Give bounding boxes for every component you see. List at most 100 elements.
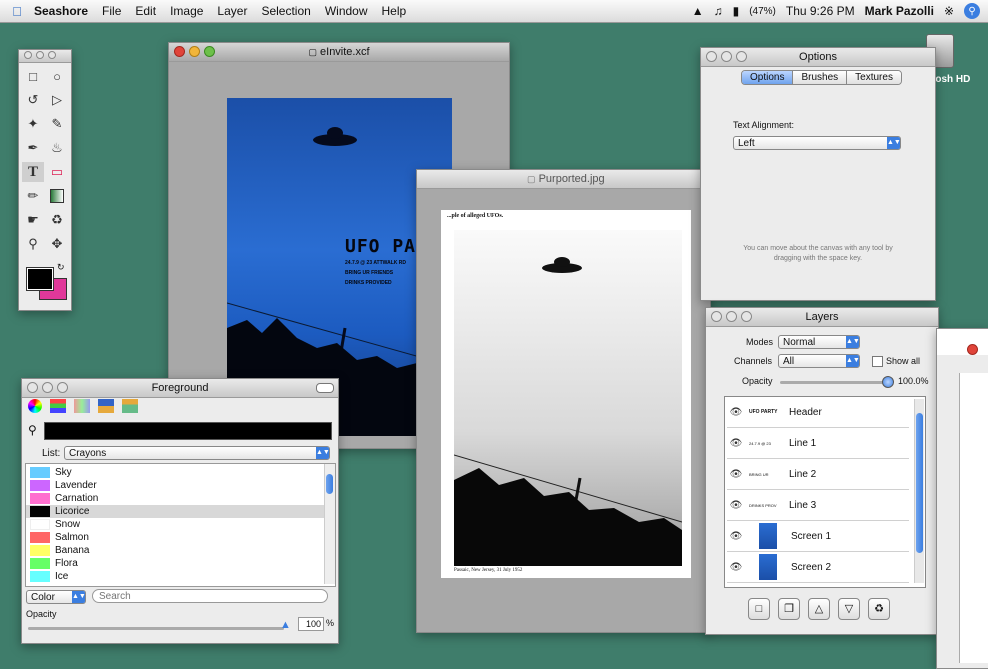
pencil-icon[interactable]: ✎ <box>46 114 68 134</box>
swap-colors-icon[interactable]: ↻ <box>57 262 65 273</box>
wand-icon[interactable]: ✦ <box>22 114 44 134</box>
layer-row-line-1[interactable]: 👁 24.7.9 @ 23 Line 1 <box>727 428 909 459</box>
hard-drive-label[interactable]: tosh HD <box>932 74 970 85</box>
eye-icon[interactable]: 👁 <box>727 469 745 480</box>
text-tool-icon[interactable]: T <box>22 162 44 182</box>
color-palettes-icon[interactable] <box>74 399 90 413</box>
brush-icon[interactable]: ✒ <box>22 138 44 158</box>
eraser-icon[interactable]: ▭ <box>46 162 68 182</box>
eye-icon[interactable]: 👁 <box>727 500 745 511</box>
foreground-opacity-value[interactable]: 100 <box>298 617 324 631</box>
trash-icon[interactable]: ♻ <box>868 598 890 620</box>
minimize-icon[interactable] <box>189 46 200 57</box>
layers-scrollbar-thumb[interactable] <box>916 413 923 553</box>
foreground-opacity-slider[interactable] <box>28 627 284 630</box>
eye-icon[interactable]: 👁 <box>727 438 745 449</box>
purported-page[interactable]: ...ple of alleged UFOs. Passaic, New Jer… <box>441 210 691 578</box>
crayon-salmon[interactable]: Salmon <box>30 531 89 544</box>
spotlight-icon[interactable]: ⚲ <box>964 3 980 19</box>
crayon-flora[interactable]: Flora <box>30 557 78 570</box>
minimize-icon[interactable] <box>42 382 53 393</box>
zoom-icon[interactable] <box>48 51 56 59</box>
menu-clock[interactable]: Thu 9:26 PM <box>786 4 855 18</box>
menu-window[interactable]: Window <box>325 4 368 18</box>
crayon-search-input[interactable] <box>92 589 328 603</box>
image-palettes-icon[interactable] <box>98 399 114 413</box>
wifi-icon[interactable]: ▲ <box>692 4 704 18</box>
polygon-lasso-icon[interactable]: ▷ <box>46 90 68 110</box>
raise-layer-icon[interactable]: △ <box>808 598 830 620</box>
layers-scrollbar[interactable] <box>914 399 924 583</box>
menu-layer[interactable]: Layer <box>217 4 247 18</box>
new-layer-icon[interactable]: □ <box>748 598 770 620</box>
layer-row-line-2[interactable]: 👁 BRING UR Line 2 <box>727 459 909 490</box>
crayon-ice[interactable]: Ice <box>30 570 68 583</box>
foreground-color-swatch[interactable] <box>26 267 54 291</box>
ellipse-select-icon[interactable]: ○ <box>46 66 68 86</box>
lower-layer-icon[interactable]: ▽ <box>838 598 860 620</box>
zoom-icon[interactable] <box>204 46 215 57</box>
move-tool-icon[interactable]: ✥ <box>46 234 68 254</box>
battery-percent[interactable]: (47%) <box>749 6 776 17</box>
foreground-opacity-knob[interactable]: ▲ <box>280 619 291 631</box>
minimize-icon[interactable] <box>721 51 732 62</box>
close-icon[interactable] <box>711 311 722 322</box>
zoom-tool-icon[interactable]: ⚲ <box>22 234 44 254</box>
menu-image[interactable]: Image <box>170 4 203 18</box>
eyedropper-icon[interactable]: ✏ <box>22 186 44 206</box>
crayon-sky[interactable]: Sky <box>30 466 72 479</box>
layer-opacity-knob[interactable] <box>882 376 894 388</box>
layer-row-header[interactable]: 👁 UFO PARTY Header <box>727 397 909 428</box>
toolbar-toggle-icon[interactable] <box>316 383 334 393</box>
menu-selection[interactable]: Selection <box>261 4 310 18</box>
close-icon[interactable] <box>174 46 185 57</box>
menu-file[interactable]: File <box>102 4 121 18</box>
eye-icon[interactable]: 👁 <box>727 407 745 418</box>
lasso-icon[interactable]: ↺ <box>22 90 44 110</box>
stamp-icon[interactable]: ♻ <box>46 210 68 230</box>
layer-row-screen-2[interactable]: 👁 Screen 2 <box>727 552 909 583</box>
tab-options[interactable]: Options <box>742 71 794 84</box>
color-sliders-icon[interactable] <box>50 399 66 413</box>
layer-row-line-3[interactable]: 👁 DRINKS PROV Line 3 <box>727 490 909 521</box>
bucket-icon[interactable]: ♨ <box>46 138 68 158</box>
zoom-icon[interactable] <box>57 382 68 393</box>
minimize-icon[interactable] <box>36 51 44 59</box>
layer-opacity-slider[interactable] <box>780 381 890 384</box>
close-icon[interactable] <box>706 51 717 62</box>
crayon-banana[interactable]: Banana <box>30 544 89 557</box>
layer-row-screen-1[interactable]: 👁 Screen 1 <box>727 521 909 552</box>
menu-user[interactable]: Mark Pazolli <box>865 4 934 18</box>
gradient-icon[interactable] <box>46 186 68 206</box>
color-list-select[interactable]: Crayons ▲▼ <box>64 446 330 460</box>
close-icon[interactable] <box>27 382 38 393</box>
battery-icon[interactable]: ▮ <box>733 4 740 18</box>
color-wheel-icon[interactable] <box>28 399 42 413</box>
menu-help[interactable]: Help <box>382 4 407 18</box>
tab-brushes[interactable]: Brushes <box>793 71 848 84</box>
channels-select[interactable]: All ▲▼ <box>778 354 860 368</box>
rect-select-icon[interactable]: □ <box>22 66 44 86</box>
show-all-checkbox[interactable] <box>872 356 883 367</box>
current-color-well[interactable] <box>44 422 332 440</box>
crayon-scrollbar-thumb[interactable] <box>326 474 333 494</box>
modes-select[interactable]: Normal ▲▼ <box>778 335 860 349</box>
close-icon[interactable] <box>24 51 32 59</box>
eye-icon[interactable]: 👁 <box>727 531 745 542</box>
apple-menu-icon[interactable]:  <box>10 4 24 19</box>
zoom-icon[interactable] <box>741 311 752 322</box>
crayon-licorice[interactable]: Licorice <box>26 505 326 518</box>
crayons-icon[interactable] <box>122 399 138 413</box>
smudge-icon[interactable]: ☛ <box>22 210 44 230</box>
close-icon[interactable] <box>967 344 978 355</box>
crayon-lavender[interactable]: Lavender <box>30 479 97 492</box>
crayon-carnation[interactable]: Carnation <box>30 492 98 505</box>
tab-textures[interactable]: Textures <box>847 71 901 84</box>
crayon-snow[interactable]: Snow <box>30 518 80 531</box>
duplicate-layer-icon[interactable]: ❐ <box>778 598 800 620</box>
bluetooth-icon[interactable]: ※ <box>944 4 954 18</box>
volume-icon[interactable]: ♫ <box>714 4 723 18</box>
menu-app-name[interactable]: Seashore <box>34 4 88 18</box>
crayon-scrollbar[interactable] <box>324 464 335 584</box>
color-mode-select[interactable]: Color ▲▼ <box>26 590 86 604</box>
